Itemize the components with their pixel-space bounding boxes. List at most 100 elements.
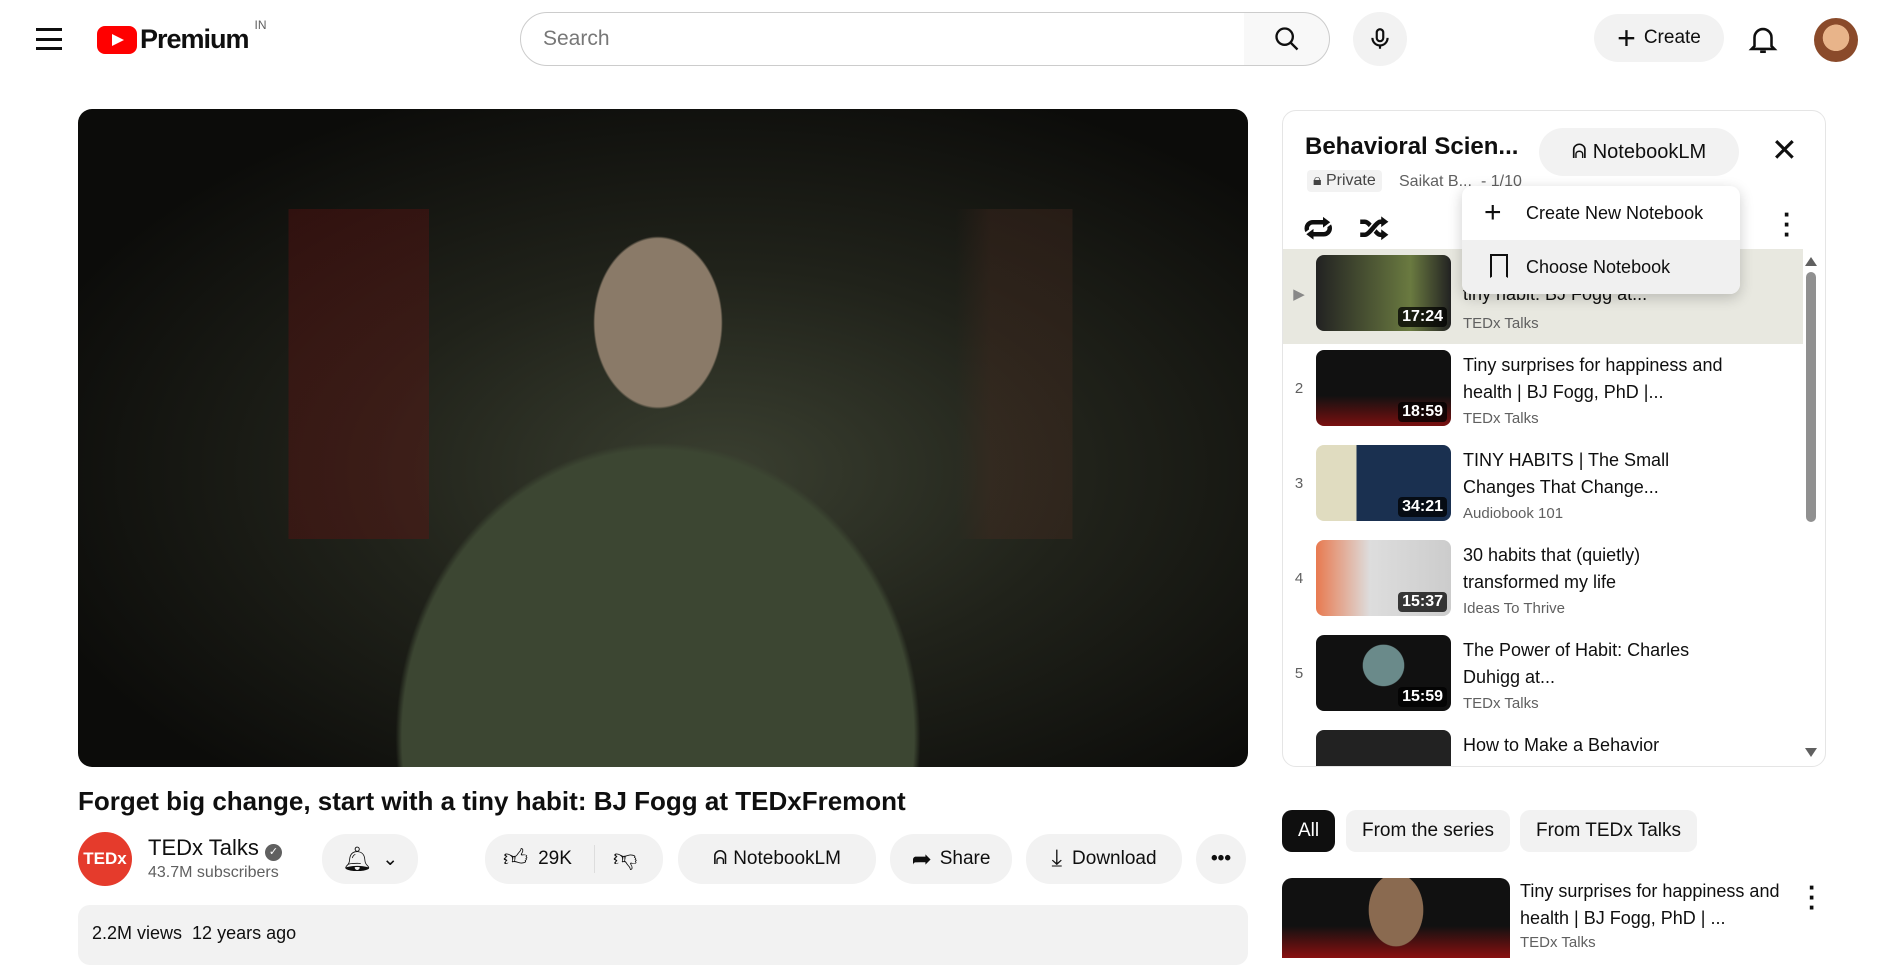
item-number: 2 xyxy=(1294,380,1304,397)
more-actions-button[interactable]: ••• xyxy=(1196,834,1246,884)
menu-item-label: Choose Notebook xyxy=(1526,256,1671,277)
notebooklm-button[interactable]: ᕱ NotebookLM xyxy=(678,834,876,884)
item-title: Tiny surprises for happiness and health … xyxy=(1463,355,1723,402)
chip-all[interactable]: All xyxy=(1282,810,1336,852)
shuffle-icon[interactable]: 🔀︎ xyxy=(1359,207,1389,251)
view-count: 2.2M views xyxy=(92,923,183,943)
notifications-button[interactable] xyxy=(1746,22,1780,61)
playlist-item[interactable]: 3 34:21 TINY HABITS | The Small Changes Th… xyxy=(1283,439,1803,534)
playlist-item[interactable]: 4 15:37 30 habits that (quietly) transform… xyxy=(1283,534,1803,629)
item-number: 5 xyxy=(1294,665,1304,682)
top-bar: Premium IN Search + Create xyxy=(0,0,1890,80)
like-button[interactable]: 👍︎ 29K xyxy=(485,845,595,873)
chip-from-series[interactable]: From the series xyxy=(1346,810,1510,852)
notebooklm-icon: ᕱ xyxy=(713,848,728,869)
search-input[interactable]: Search xyxy=(520,12,1246,66)
notebooklm-label: NotebookLM xyxy=(733,848,841,869)
channel-name[interactable]: TEDx Talks ✓ xyxy=(148,835,282,861)
scrollbar-thumb[interactable] xyxy=(1806,272,1816,522)
youtube-play-icon xyxy=(97,25,137,54)
dislike-button[interactable]: 👎︎ xyxy=(595,845,637,873)
menu-icon[interactable] xyxy=(36,28,62,50)
logo-text: Premium xyxy=(140,24,250,54)
download-icon: ⤓ xyxy=(1051,845,1063,872)
subscription-bell-button[interactable]: 🔔︎ ⌄ xyxy=(322,834,418,884)
search-placeholder: Search xyxy=(543,27,610,50)
playlist-item[interactable]: How to Make a Behavior xyxy=(1283,724,1803,766)
item-title: The Power of Habit: Charles Duhigg at... xyxy=(1463,640,1690,687)
plus-icon: + xyxy=(1617,19,1636,56)
more-horizontal-icon: ••• xyxy=(1211,848,1231,869)
duration: 34:21 xyxy=(1398,497,1447,517)
notebook-dropdown-menu: + Create New Notebook Choose Notebook xyxy=(1462,186,1740,294)
privacy-label: Private xyxy=(1325,172,1376,189)
playlist-title[interactable]: Behavioral Scien... xyxy=(1305,133,1518,161)
create-new-notebook-option[interactable]: + Create New Notebook xyxy=(1462,186,1740,240)
playlist-notebooklm-button[interactable]: ᕱ NotebookLM xyxy=(1539,128,1739,176)
thumbnail: 34:21 xyxy=(1316,445,1451,521)
playlist-list: ▶ 17:24 tiny habit: BJ Fogg at... TEDx Talk… xyxy=(1283,249,1825,766)
bell-icon: 🔔︎ xyxy=(341,845,373,873)
recommended-channel: TEDx Talks xyxy=(1520,934,1596,951)
like-dislike-group: 👍︎ 29K 👎︎ xyxy=(485,834,663,884)
bell-icon xyxy=(1748,27,1778,54)
upload-age: 12 years ago xyxy=(192,923,297,943)
close-icon[interactable]: ✕ xyxy=(1771,131,1798,169)
scrollbar[interactable] xyxy=(1805,257,1817,757)
channel-name-text: TEDx Talks xyxy=(148,835,259,860)
share-icon: ➦ xyxy=(911,845,932,873)
scroll-up-arrow[interactable] xyxy=(1805,257,1817,266)
search-icon xyxy=(1274,27,1298,51)
privacy-badge: 🔒︎ Private xyxy=(1307,170,1382,192)
youtube-logo[interactable]: Premium IN xyxy=(97,18,267,55)
playlist-item[interactable]: 2 18:59 Tiny surprises for happiness and h… xyxy=(1283,344,1803,439)
create-label: Create xyxy=(1643,27,1701,48)
avatar[interactable] xyxy=(1814,18,1858,62)
recommended-title: Tiny surprises for happiness and health … xyxy=(1520,881,1780,928)
download-button[interactable]: ⤓ Download xyxy=(1026,834,1182,884)
chip-label: From the series xyxy=(1362,820,1494,841)
search-button[interactable] xyxy=(1244,12,1330,66)
share-label: Share xyxy=(939,848,991,869)
region-label: IN xyxy=(254,18,267,32)
channel-avatar[interactable]: TEDx xyxy=(78,832,132,886)
thumbs-down-icon: 👎︎ xyxy=(613,845,638,872)
description-box[interactable]: 2.2M views 12 years ago xyxy=(78,905,1248,965)
scroll-down-arrow[interactable] xyxy=(1805,748,1817,757)
thumbs-up-icon: 👍︎ xyxy=(503,845,529,872)
microphone-icon xyxy=(1371,28,1389,49)
item-channel: Audiobook 101 xyxy=(1463,505,1564,522)
bookmark-icon xyxy=(1490,254,1508,278)
recommended-video[interactable]: Tiny surprises for happiness and health … xyxy=(1282,874,1826,958)
menu-item-label: Create New Notebook xyxy=(1526,202,1704,223)
loop-icon[interactable]: 🔁︎ xyxy=(1303,207,1333,251)
share-button[interactable]: ➦ Share xyxy=(890,834,1012,884)
thumbnail: 17:24 xyxy=(1316,255,1451,331)
channel-logo-text: TEDx xyxy=(83,849,127,868)
duration: 18:59 xyxy=(1398,402,1447,422)
more-vertical-icon[interactable]: · · · xyxy=(1808,874,1817,920)
voice-search-button[interactable] xyxy=(1353,12,1407,66)
item-title: How to Make a Behavior xyxy=(1463,735,1660,755)
item-title: TINY HABITS | The Small Changes That Cha… xyxy=(1463,450,1670,497)
item-number: 3 xyxy=(1294,475,1304,492)
item-channel: TEDx Talks xyxy=(1463,695,1539,712)
thumbnail xyxy=(1316,730,1451,766)
more-vertical-icon[interactable]: · · · xyxy=(1783,201,1792,247)
recommended-thumbnail xyxy=(1282,878,1510,958)
chip-from-tedx[interactable]: From TEDx Talks xyxy=(1520,810,1697,852)
download-label: Download xyxy=(1072,848,1157,869)
video-player[interactable] xyxy=(78,109,1248,767)
playlist-item[interactable]: 5 15:59 The Power of Habit: Charles Duhigg… xyxy=(1283,629,1803,724)
duration: 15:59 xyxy=(1398,687,1447,707)
playlist-owner[interactable]: Saikat B... xyxy=(1399,173,1472,191)
subscriber-count: 43.7M subscribers xyxy=(148,864,279,881)
notebooklm-label: NotebookLM xyxy=(1592,140,1707,163)
chip-label: From TEDx Talks xyxy=(1536,820,1681,841)
duration: 17:24 xyxy=(1398,307,1447,327)
choose-notebook-option[interactable]: Choose Notebook xyxy=(1462,240,1740,294)
item-channel: Ideas To Thrive xyxy=(1463,600,1566,617)
create-button[interactable]: + Create xyxy=(1594,14,1724,62)
lock-icon: 🔒︎ xyxy=(1313,172,1322,189)
duration: 15:37 xyxy=(1398,592,1447,612)
